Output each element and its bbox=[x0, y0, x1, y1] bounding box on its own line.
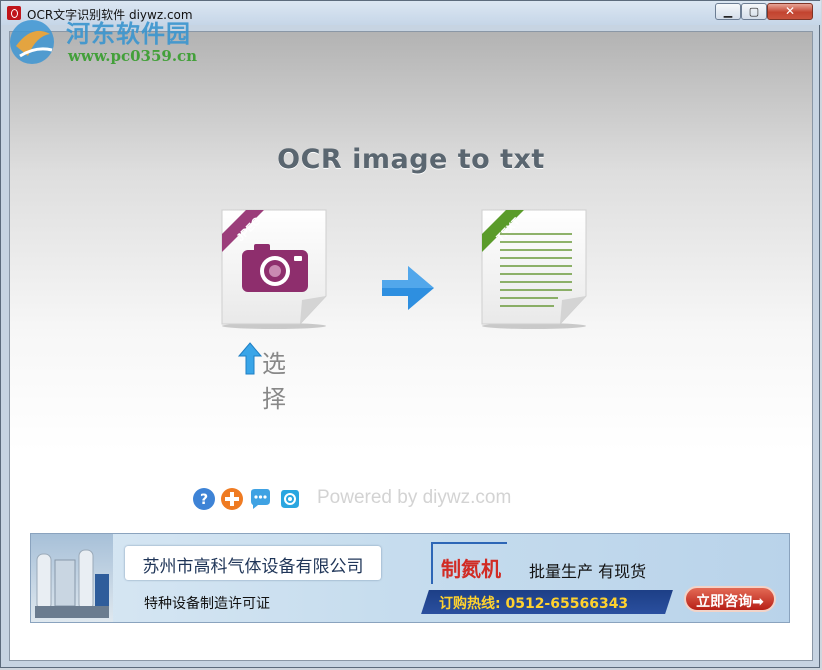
ad-banner[interactable]: 苏州市高科气体设备有限公司 特种设备制造许可证 制氮机 批量生产 有现货 订购热… bbox=[30, 533, 790, 623]
qq-icon[interactable] bbox=[278, 487, 302, 511]
banner-license: 特种设备制造许可证 bbox=[144, 596, 270, 612]
chat-icon[interactable] bbox=[248, 487, 272, 511]
consult-label: 立即咨询➡ bbox=[696, 594, 764, 610]
banner-company-box: 苏州市高科气体设备有限公司 bbox=[125, 546, 381, 580]
help-icon[interactable]: ? bbox=[192, 487, 216, 511]
watermark-logo-icon bbox=[10, 20, 54, 64]
nitrogen-machine-image bbox=[31, 534, 113, 622]
banner-company: 苏州市高科气体设备有限公司 bbox=[142, 557, 364, 577]
consult-button[interactable]: 立即咨询➡ bbox=[684, 586, 776, 612]
page-title: OCR image to txt bbox=[277, 144, 545, 175]
select-label: 选择 bbox=[262, 350, 286, 413]
close-button[interactable]: ✕ bbox=[767, 3, 813, 20]
text-file-icon[interactable]: TEXT bbox=[478, 208, 588, 330]
banner-product: 制氮机 bbox=[441, 557, 501, 581]
banner-hotline: 订购热线: 0512-65566343 bbox=[439, 596, 629, 612]
minimize-button[interactable]: ▁ bbox=[715, 3, 741, 20]
add-icon[interactable] bbox=[220, 487, 244, 511]
maximize-button[interactable]: ▢ bbox=[741, 3, 767, 20]
powered-by-text[interactable]: Powered by diywz.com bbox=[317, 487, 511, 509]
watermark-url: www.pc0359.cn bbox=[68, 47, 198, 65]
banner-slogan: 批量生产 有现货 bbox=[529, 562, 647, 581]
arrow-right-icon bbox=[382, 266, 434, 310]
watermark-name: 河东软件园 bbox=[66, 19, 191, 48]
upload-arrow-icon bbox=[238, 342, 262, 375]
jpeg-file-icon[interactable]: JPEG bbox=[218, 208, 328, 330]
svg-text:?: ? bbox=[200, 492, 208, 508]
